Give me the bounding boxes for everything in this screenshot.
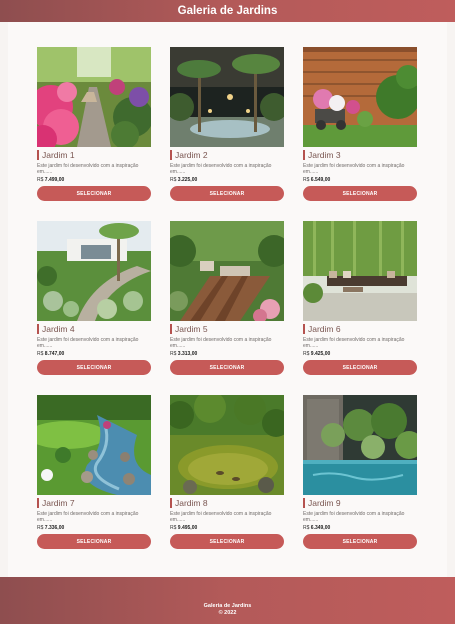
select-button[interactable]: SELECIONAR (170, 186, 284, 201)
garden-card-5: Jardim 5 Este jardim foi desenvolvido co… (170, 221, 284, 375)
card-title: Jardim 2 (170, 150, 284, 160)
garden-image[interactable] (170, 47, 284, 147)
price-value: 9.425,00 (310, 351, 331, 357)
garden-image[interactable] (303, 395, 417, 495)
garden-card-8: Jardim 8 Este jardim foi desenvolvido co… (170, 395, 284, 549)
card-price: R$ 3.225,00 (170, 177, 284, 183)
select-button[interactable]: SELECIONAR (37, 534, 151, 549)
card-description: Este jardim foi desenvolvido com a inspi… (37, 511, 139, 523)
garden-card-1: Jardim 1 Este jardim foi desenvolvido co… (37, 47, 151, 201)
page-header: Galeria de Jardins (0, 0, 455, 22)
garden-card-6: Jardim 6 Este jardim foi desenvolvido co… (303, 221, 417, 375)
price-value: 3.225,00 (177, 177, 198, 183)
garden-image[interactable] (37, 47, 151, 147)
card-description: Este jardim foi desenvolvido com a inspi… (170, 511, 272, 523)
currency-label: R$ (303, 177, 310, 183)
currency-label: R$ (170, 177, 177, 183)
select-button[interactable]: SELECIONAR (37, 360, 151, 375)
garden-card-4: Jardim 4 Este jardim foi desenvolvido co… (37, 221, 151, 375)
card-title: Jardim 9 (303, 498, 417, 508)
card-title: Jardim 5 (170, 324, 284, 334)
card-description: Este jardim foi desenvolvido com a inspi… (303, 163, 405, 175)
select-button[interactable]: SELECIONAR (303, 186, 417, 201)
card-description: Este jardim foi desenvolvido com a inspi… (37, 337, 139, 349)
currency-label: R$ (303, 351, 310, 357)
price-value: 7.499,00 (44, 177, 65, 183)
card-price: R$ 3.313,00 (170, 351, 284, 357)
price-value: 6.549,00 (310, 177, 331, 183)
page-title: Galeria de Jardins (177, 5, 278, 17)
select-button[interactable]: SELECIONAR (170, 360, 284, 375)
card-price: R$ 6.349,00 (303, 525, 417, 531)
card-description: Este jardim foi desenvolvido com a inspi… (303, 511, 405, 523)
card-description: Este jardim foi desenvolvido com a inspi… (303, 337, 405, 349)
card-price: R$ 7.336,00 (37, 525, 151, 531)
garden-card-9: Jardim 9 Este jardim foi desenvolvido co… (303, 395, 417, 549)
card-description: Este jardim foi desenvolvido com a inspi… (170, 163, 272, 175)
card-price: R$ 8.747,00 (37, 351, 151, 357)
garden-card-7: Jardim 7 Este jardim foi desenvolvido co… (37, 395, 151, 549)
select-button[interactable]: SELECIONAR (303, 534, 417, 549)
card-description: Este jardim foi desenvolvido com a inspi… (170, 337, 272, 349)
currency-label: R$ (303, 525, 310, 531)
select-button[interactable]: SELECIONAR (37, 186, 151, 201)
currency-label: R$ (37, 351, 44, 357)
garden-card-3: Jardim 3 Este jardim foi desenvolvido co… (303, 47, 417, 201)
gallery-grid: Jardim 1 Este jardim foi desenvolvido co… (8, 22, 447, 577)
select-button[interactable]: SELECIONAR (303, 360, 417, 375)
garden-image[interactable] (37, 221, 151, 321)
card-title: Jardim 6 (303, 324, 417, 334)
garden-image[interactable] (37, 395, 151, 495)
card-title: Jardim 3 (303, 150, 417, 160)
card-title: Jardim 7 (37, 498, 151, 508)
footer-copyright: © 2022 (218, 609, 237, 616)
garden-image[interactable] (303, 47, 417, 147)
garden-card-2: Jardim 2 Este jardim foi desenvolvido co… (170, 47, 284, 201)
price-value: 3.313,00 (177, 351, 198, 357)
price-value: 6.349,00 (310, 525, 331, 531)
garden-image[interactable] (303, 221, 417, 321)
card-price: R$ 6.549,00 (303, 177, 417, 183)
price-value: 8.747,00 (44, 351, 65, 357)
card-title: Jardim 4 (37, 324, 151, 334)
card-price: R$ 9.425,00 (303, 351, 417, 357)
garden-image[interactable] (170, 221, 284, 321)
card-title: Jardim 8 (170, 498, 284, 508)
page-footer: Galeria de Jardins © 2022 (0, 577, 455, 624)
card-description: Este jardim foi desenvolvido com a inspi… (37, 163, 139, 175)
currency-label: R$ (170, 351, 177, 357)
currency-label: R$ (170, 525, 177, 531)
card-price: R$ 7.499,00 (37, 177, 151, 183)
card-title: Jardim 1 (37, 150, 151, 160)
select-button[interactable]: SELECIONAR (170, 534, 284, 549)
card-price: R$ 9.495,00 (170, 525, 284, 531)
price-value: 7.336,00 (44, 525, 65, 531)
garden-image[interactable] (170, 395, 284, 495)
price-value: 9.495,00 (177, 525, 198, 531)
currency-label: R$ (37, 177, 44, 183)
currency-label: R$ (37, 525, 44, 531)
